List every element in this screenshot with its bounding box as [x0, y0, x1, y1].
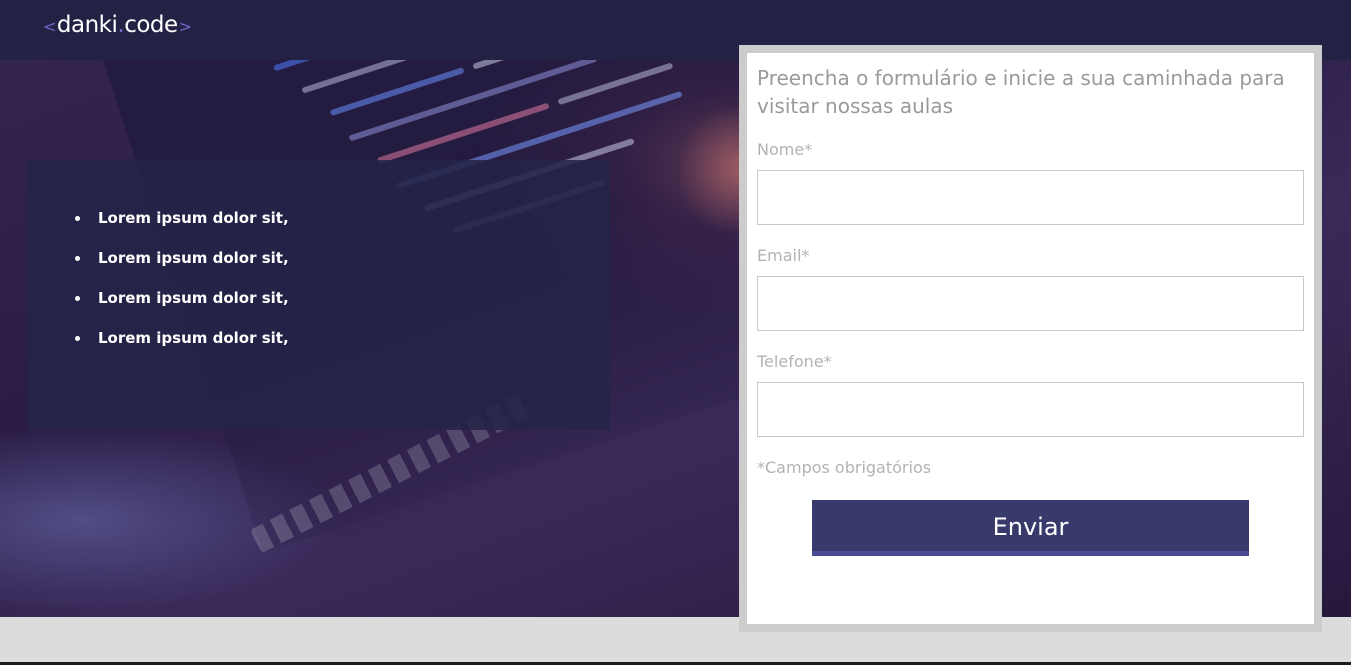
feature-item: Lorem ipsum dolor sit,: [75, 288, 289, 328]
danki-code-logo[interactable]: < danki . code >: [42, 12, 193, 38]
signup-form-frame: Preencha o formulário e inicie a sua cam…: [739, 45, 1322, 632]
name-field[interactable]: [757, 170, 1304, 225]
logo-name-part2: code: [124, 12, 178, 38]
signup-form: Preencha o formulário e inicie a sua cam…: [747, 53, 1314, 624]
logo-name-part1: danki: [56, 12, 118, 38]
features-list: Lorem ipsum dolor sit, Lorem ipsum dolor…: [75, 208, 289, 368]
form-title: Preencha o formulário e inicie a sua cam…: [757, 66, 1285, 118]
submit-button[interactable]: Enviar: [812, 500, 1249, 556]
phone-field[interactable]: [757, 382, 1304, 437]
phone-label: Telefone*: [757, 352, 832, 371]
logo-open-bracket: <: [43, 17, 56, 36]
email-label: Email*: [757, 246, 810, 265]
feature-item: Lorem ipsum dolor sit,: [75, 248, 289, 288]
feature-item: Lorem ipsum dolor sit,: [75, 208, 289, 248]
feature-item: Lorem ipsum dolor sit,: [75, 328, 289, 368]
logo-dot: .: [117, 12, 125, 38]
required-fields-note: *Campos obrigatórios: [757, 458, 932, 477]
logo-close-bracket: >: [178, 17, 192, 36]
name-label: Nome*: [757, 140, 813, 159]
features-box: Lorem ipsum dolor sit, Lorem ipsum dolor…: [27, 160, 610, 430]
email-field[interactable]: [757, 276, 1304, 331]
